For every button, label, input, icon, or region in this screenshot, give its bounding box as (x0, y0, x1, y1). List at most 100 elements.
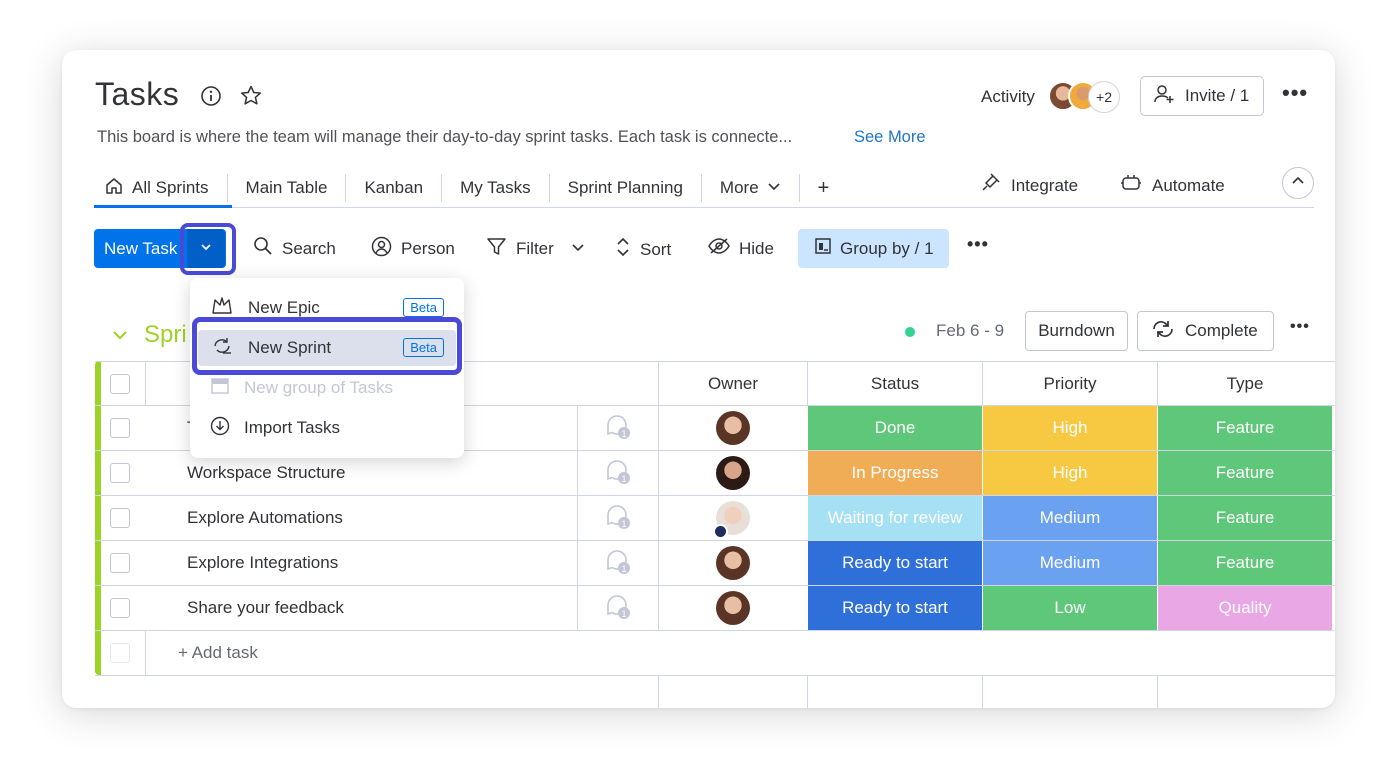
group-title[interactable]: Spri (144, 321, 187, 349)
tab-label: More (719, 178, 759, 197)
priority-cell[interactable]: High (982, 451, 1157, 495)
see-more-link[interactable]: See More (854, 128, 926, 147)
activity-count-badge: +2 (1088, 81, 1120, 113)
type-cell[interactable]: Feature (1157, 451, 1332, 495)
page-title: Tasks (95, 76, 180, 112)
table-row[interactable]: Share your feedback 1 Ready to start Low… (95, 586, 1335, 631)
activity-button[interactable]: Activity (981, 87, 1035, 107)
menu-item-label: New Epic (248, 298, 320, 317)
integrate-button[interactable]: Integrate (979, 172, 1078, 199)
group-by-icon (814, 237, 832, 260)
row-checkbox[interactable] (110, 598, 130, 618)
updates-cell[interactable]: 1 (577, 541, 658, 585)
row-checkbox[interactable] (110, 553, 130, 573)
refresh-icon (1150, 318, 1176, 345)
status-cell[interactable]: Waiting for review (807, 496, 982, 540)
group-more-icon[interactable]: ••• (1290, 318, 1310, 336)
info-icon[interactable] (199, 84, 223, 108)
owner-cell[interactable] (658, 541, 807, 585)
updates-cell[interactable]: 1 (577, 586, 658, 630)
group-by-button[interactable]: Group by / 1 (798, 229, 949, 268)
tab-all-sprints[interactable]: All Sprints (94, 174, 227, 202)
type-cell[interactable]: Feature (1157, 496, 1332, 540)
burndown-button[interactable]: Burndown (1025, 311, 1128, 351)
update-count: 1 (621, 519, 626, 529)
automate-label: Automate (1152, 175, 1225, 195)
table-row[interactable]: Explore Automations 1 Waiting for review… (95, 496, 1335, 541)
search-label: Search (282, 238, 336, 258)
row-checkbox[interactable] (110, 418, 130, 438)
add-task-row[interactable]: + Add task (95, 631, 1335, 676)
sprint-date-range: Feb 6 - 9 (936, 321, 1005, 340)
select-all-checkbox[interactable] (110, 373, 130, 394)
tab-kanban[interactable]: Kanban (345, 174, 441, 202)
priority-cell[interactable]: High (982, 406, 1157, 450)
table-row[interactable]: Explore Integrations 1 Ready to start Me… (95, 541, 1335, 586)
row-checkbox[interactable] (110, 463, 130, 483)
priority-cell[interactable]: Medium (982, 496, 1157, 540)
tab-my-tasks[interactable]: My Tasks (441, 174, 549, 202)
import-icon (210, 416, 230, 441)
priority-cell[interactable]: Low (982, 586, 1157, 630)
filter-label: Filter (516, 239, 554, 258)
owner-cell[interactable] (658, 451, 807, 495)
priority-cell[interactable]: Medium (982, 541, 1157, 585)
chevron-down-icon[interactable] (571, 239, 585, 259)
star-icon[interactable] (238, 83, 264, 109)
board-menu-icon[interactable]: ••• (1282, 80, 1308, 106)
type-cell[interactable]: Quality (1157, 586, 1332, 630)
search-button[interactable]: Search (253, 236, 336, 261)
column-header-type[interactable]: Type (1157, 362, 1332, 405)
toolbar-more-icon[interactable]: ••• (967, 234, 989, 255)
chat-bubble-icon: 1 (604, 547, 632, 580)
complete-sprint-button[interactable]: Complete (1137, 311, 1274, 351)
menu-item-label: Import Tasks (244, 418, 341, 437)
updates-cell[interactable]: 1 (577, 496, 658, 540)
owner-avatar-wrapper (713, 501, 750, 539)
filter-icon (486, 236, 507, 262)
person-filter-button[interactable]: Person (371, 236, 455, 262)
invite-button[interactable]: Invite / 1 (1140, 76, 1264, 116)
menu-item-new-group: New group of Tasks (198, 370, 456, 406)
owner-cell[interactable] (658, 496, 807, 540)
row-checkbox (110, 643, 130, 663)
home-badge-icon (713, 524, 728, 539)
new-task-dropdown-menu: New Epic Beta New Sprint Beta New group … (190, 278, 464, 458)
tab-more[interactable]: More (700, 174, 799, 202)
row-checkbox-cell (95, 406, 145, 450)
owner-cell[interactable] (658, 586, 807, 630)
task-name[interactable]: Explore Automations (145, 496, 577, 540)
sort-button[interactable]: Sort (615, 236, 671, 263)
collapse-header-button[interactable] (1282, 167, 1314, 199)
automate-button[interactable]: Automate (1120, 172, 1225, 199)
tab-sprint-planning[interactable]: Sprint Planning (548, 174, 701, 202)
add-view-button[interactable]: + (798, 174, 848, 202)
add-task-input[interactable]: + Add task (145, 631, 1335, 675)
summary-row (95, 676, 1335, 708)
status-cell[interactable]: Ready to start (807, 541, 982, 585)
task-name[interactable]: Share your feedback (145, 586, 577, 630)
status-cell[interactable]: In Progress (807, 451, 982, 495)
hide-button[interactable]: Hide (708, 236, 774, 261)
menu-item-import-tasks[interactable]: Import Tasks (198, 410, 456, 446)
task-name[interactable]: Explore Integrations (145, 541, 577, 585)
status-cell[interactable]: Ready to start (807, 586, 982, 630)
status-cell[interactable]: Done (807, 406, 982, 450)
owner-cell[interactable] (658, 406, 807, 450)
summary-cell (982, 676, 1157, 708)
column-header-status[interactable]: Status (807, 362, 982, 405)
updates-cell[interactable]: 1 (577, 451, 658, 495)
active-tab-indicator (94, 205, 232, 208)
type-cell[interactable]: Feature (1157, 406, 1332, 450)
updates-cell[interactable]: 1 (577, 406, 658, 450)
group-collapse-icon[interactable] (112, 327, 128, 348)
menu-item-label: New group of Tasks (244, 378, 393, 397)
column-header-priority[interactable]: Priority (982, 362, 1157, 405)
type-cell[interactable]: Feature (1157, 541, 1332, 585)
tab-main-table[interactable]: Main Table (226, 174, 346, 202)
chat-bubble-icon: 1 (604, 502, 632, 535)
column-header-owner[interactable]: Owner (658, 362, 807, 405)
summary-cell (658, 676, 807, 708)
filter-button[interactable]: Filter (486, 236, 585, 262)
row-checkbox[interactable] (110, 508, 130, 528)
